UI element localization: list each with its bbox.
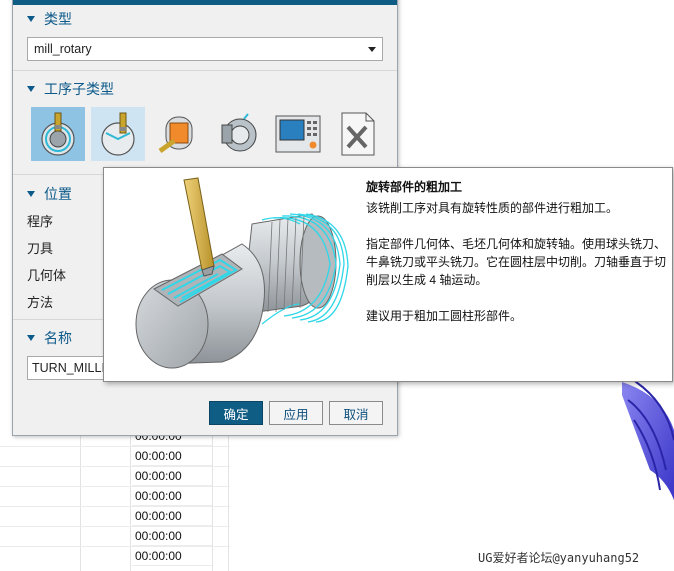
tooltip-title: 旋转部件的粗加工 <box>366 180 463 194</box>
table-cell-time: 00:00:00 <box>132 486 212 506</box>
table-cell-time: 00:00:00 <box>132 526 212 546</box>
table-cell-time: 00:00:00 <box>132 546 212 566</box>
collapse-triangle-icon <box>27 191 35 197</box>
tooltip-text: 旋转部件的粗加工 该铣削工序对具有旋转性质的部件进行粗加工。 指定部件几何体、毛… <box>366 178 666 343</box>
subtype-icon-row <box>13 103 397 165</box>
subtype-section-header[interactable]: 工序子类型 <box>13 75 397 103</box>
table-cell-time: 00:00:00 <box>132 466 212 486</box>
rotary-roughing-illustration <box>135 177 349 369</box>
rotary-finish-icon[interactable] <box>151 107 205 161</box>
dropdown-arrow-icon <box>368 46 376 52</box>
type-dropdown-value: mill_rotary <box>34 42 92 56</box>
mill-user-icon[interactable] <box>271 107 325 161</box>
table-row-line <box>0 526 230 527</box>
tooltip-description: 该铣削工序对具有旋转性质的部件进行粗加工。 <box>366 201 619 215</box>
position-section-label: 位置 <box>44 186 72 202</box>
tooltip-recommendation: 建议用于粗加工圆柱形部件。 <box>366 309 523 323</box>
table-row-line <box>0 546 230 547</box>
table-cell-time: 00:00:00 <box>132 506 212 526</box>
forum-watermark: UG爱好者论坛@yanyuhang52 <box>478 551 640 565</box>
type-dropdown[interactable]: mill_rotary <box>27 37 383 61</box>
type-section: 类型 mill_rotary <box>13 5 397 71</box>
table-row-line <box>0 506 230 507</box>
tooltip-instructions: 指定部件几何体、毛坯几何体和旋转轴。使用球头铣刀、牛鼻铣刀或平头铣刀。它在圆柱层… <box>366 237 667 287</box>
table-row-line <box>0 446 230 447</box>
app-stage: 00:00:00 00:00:00 00:00:00 00:00:00 00:0… <box>0 0 674 571</box>
rotary-roughing-icon[interactable] <box>31 107 85 161</box>
dialog-button-row: 确定 应用 取消 <box>13 401 397 425</box>
table-row-line <box>0 466 230 467</box>
table-row-line <box>0 486 230 487</box>
type-section-header[interactable]: 类型 <box>13 5 397 33</box>
type-section-label: 类型 <box>44 11 72 27</box>
table-cell-time: 00:00:00 <box>132 446 212 466</box>
collapse-triangle-icon <box>27 335 35 341</box>
apply-button[interactable]: 应用 <box>269 401 323 425</box>
subtype-section-label: 工序子类型 <box>44 81 114 97</box>
cancel-button[interactable]: 取消 <box>329 401 383 425</box>
mill-control-icon[interactable] <box>331 107 385 161</box>
rotary-floor-icon[interactable] <box>91 107 145 161</box>
subtype-section: 工序子类型 <box>13 75 397 175</box>
collapse-triangle-icon <box>27 86 35 92</box>
ok-button[interactable]: 确定 <box>209 401 263 425</box>
operation-tooltip: 旋转部件的粗加工 该铣削工序对具有旋转性质的部件进行粗加工。 指定部件几何体、毛… <box>103 167 673 382</box>
name-section-label: 名称 <box>44 330 72 346</box>
collapse-triangle-icon <box>27 16 35 22</box>
rotary-contour-icon[interactable] <box>211 107 265 161</box>
